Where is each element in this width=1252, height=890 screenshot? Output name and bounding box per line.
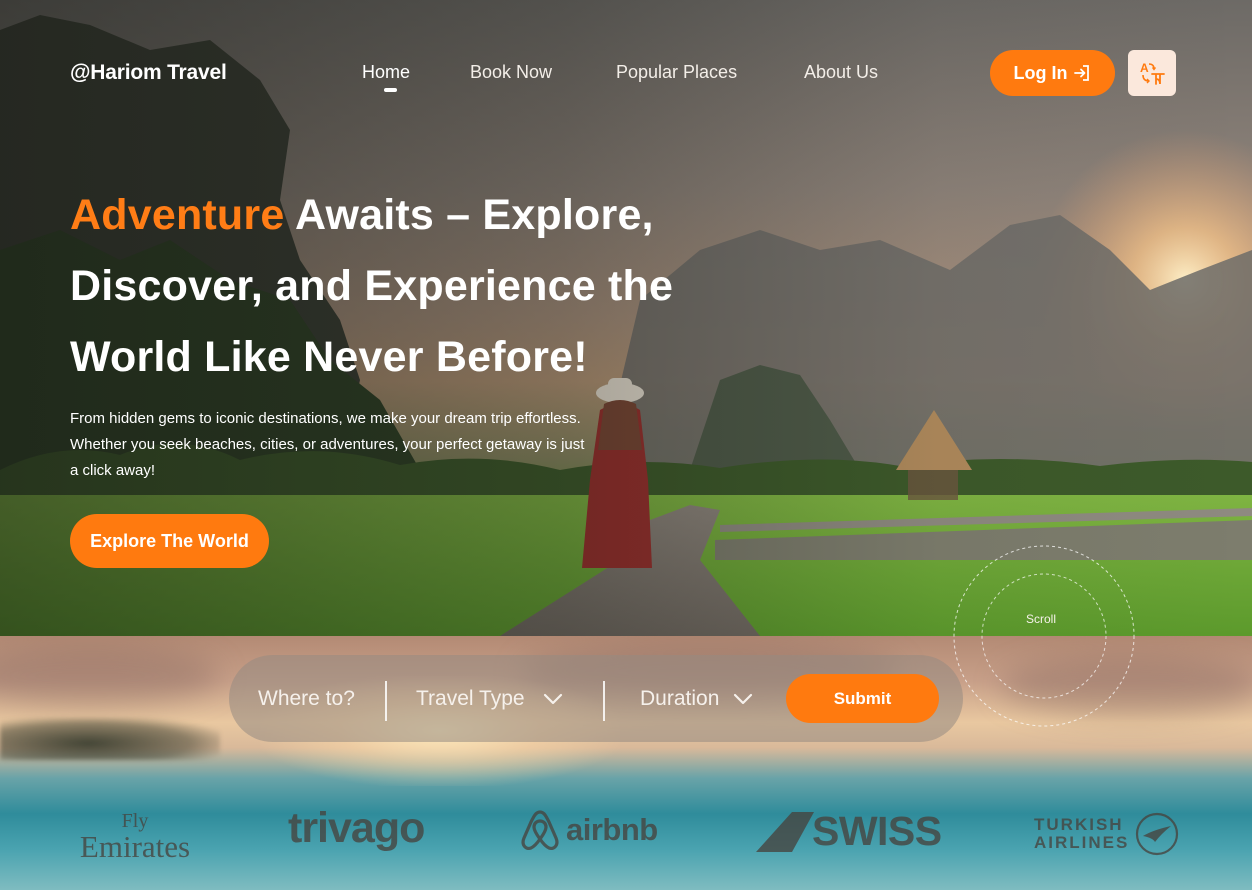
destination-field[interactable]: Where to? <box>258 655 355 742</box>
emirates-logo: Fly Emirates <box>79 810 191 864</box>
airbnb-icon <box>521 810 559 851</box>
login-arrow-icon <box>1074 65 1090 81</box>
trip-search-bar: Where to? Travel Type Duration Submit <box>229 655 963 742</box>
turkish-airlines-bird-icon <box>1136 812 1179 856</box>
login-button-label: Log In <box>1013 62 1068 83</box>
translate-icon: A <box>1140 61 1165 85</box>
headline-line2: Discover, and Experience the <box>70 262 674 310</box>
swiss-tail-icon <box>756 811 814 852</box>
headline-line3: World Like Never Before! <box>70 333 588 381</box>
trivago-logo: trivago <box>288 804 425 852</box>
hero-description: From hidden gems to iconic destinations,… <box>70 410 585 479</box>
brand-logo[interactable]: @Hariom Travel <box>70 61 227 85</box>
search-divider <box>603 681 605 721</box>
travel-type-select[interactable]: Travel Type <box>416 655 563 742</box>
travel-type-label: Travel Type <box>416 686 525 710</box>
explore-world-button[interactable]: Explore The World <box>70 514 269 568</box>
nav-item-popular-places[interactable]: Popular Places <box>616 62 737 83</box>
nav-item-home[interactable]: Home <box>362 62 410 83</box>
chevron-down-icon <box>734 693 753 704</box>
headline-accent-word: Adventure <box>70 191 285 239</box>
swiss-logo: SWISS <box>756 808 942 855</box>
svg-text:A: A <box>1140 61 1149 75</box>
language-toggle-button[interactable]: A <box>1128 50 1176 96</box>
search-divider <box>385 681 387 721</box>
top-navbar: @Hariom Travel Home Book Now Popular Pla… <box>0 0 1252 150</box>
chevron-down-icon <box>543 693 562 704</box>
nav-item-about-us[interactable]: About Us <box>804 62 878 83</box>
nav-item-book-now[interactable]: Book Now <box>470 62 552 83</box>
turkish-airlines-logo: TURKISH AIRLINES <box>1034 812 1179 856</box>
airbnb-logo: airbnb <box>520 808 658 852</box>
hero-headline: Adventure Awaits – Explore, Discover, an… <box>70 180 770 393</box>
active-nav-indicator <box>384 88 397 92</box>
submit-button[interactable]: Submit <box>786 674 939 723</box>
duration-label: Duration <box>640 686 720 710</box>
duration-select[interactable]: Duration <box>640 655 753 742</box>
login-button[interactable]: Log In <box>990 50 1115 96</box>
scroll-indicator[interactable] <box>952 544 1136 728</box>
scroll-label: Scroll <box>1026 612 1057 626</box>
headline-line1: Awaits – Explore, <box>284 191 654 239</box>
